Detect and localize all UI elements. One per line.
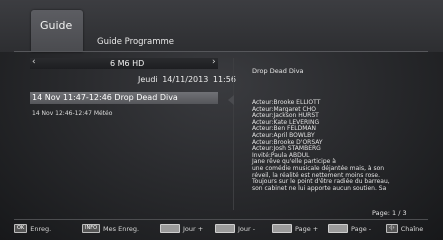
color-key-icon xyxy=(328,224,348,233)
guide-tab[interactable]: Guide xyxy=(31,10,83,52)
page-prev-label: Page - xyxy=(351,224,372,233)
event-row[interactable]: 14 Nov 12:46-12:47 Météo xyxy=(30,108,218,120)
record-label: Enreg. xyxy=(30,224,52,233)
prev-channel-arrow-icon[interactable]: ‹ xyxy=(32,57,36,67)
page-title: Guide Programme xyxy=(97,37,175,47)
channel-change-hint[interactable]: ‹|› Chaîne xyxy=(386,224,423,233)
page-next-hint[interactable]: Page + xyxy=(272,224,318,233)
ok-key-icon: OK xyxy=(14,224,28,233)
next-channel-arrow-icon[interactable]: › xyxy=(212,57,216,67)
recordings-label: Mes Enreg. xyxy=(103,224,140,233)
event-description: Acteur:Brooke ELLIOTT Acteur:Margaret CH… xyxy=(252,99,432,192)
page-prev-hint[interactable]: Page - xyxy=(328,224,371,233)
event-title: Drop Dead Diva xyxy=(252,67,304,75)
day-prev-label: Jour - xyxy=(238,224,256,233)
selection-pointer-icon xyxy=(228,95,234,105)
day-prev-hint[interactable]: Jour - xyxy=(215,224,255,233)
header-divider xyxy=(14,51,428,52)
channel-name: 6 M6 HD xyxy=(110,59,145,68)
epg-screen: Guide Guide Programme ‹ 6 M6 HD › Jeudi … xyxy=(0,0,443,240)
guide-tab-label: Guide xyxy=(40,19,73,32)
color-key-icon xyxy=(160,224,180,233)
panel-divider xyxy=(233,58,234,210)
info-key-icon: INFO xyxy=(82,224,101,233)
color-key-icon xyxy=(215,224,235,233)
footer-divider xyxy=(14,219,428,220)
page-next-label: Page + xyxy=(295,224,319,233)
channel-change-label: Chaîne xyxy=(400,224,424,233)
current-datetime: Jeudi 14/11/2013 11:56 xyxy=(138,75,236,84)
description-line: son cabinet ne lui apporte aucun soutien… xyxy=(252,184,387,192)
page-indicator: Page: 1 / 3 xyxy=(372,209,407,217)
recordings-hint[interactable]: INFO Mes Enreg. xyxy=(82,224,139,233)
record-hint[interactable]: OK Enreg. xyxy=(14,224,51,233)
event-row-selected[interactable]: 14 Nov 11:47-12:46 Drop Dead Diva xyxy=(30,92,218,104)
day-next-hint[interactable]: Jour + xyxy=(160,224,203,233)
day-next-label: Jour + xyxy=(183,224,204,233)
channel-key-icon: ‹|› xyxy=(386,224,398,233)
color-key-icon xyxy=(272,224,292,233)
